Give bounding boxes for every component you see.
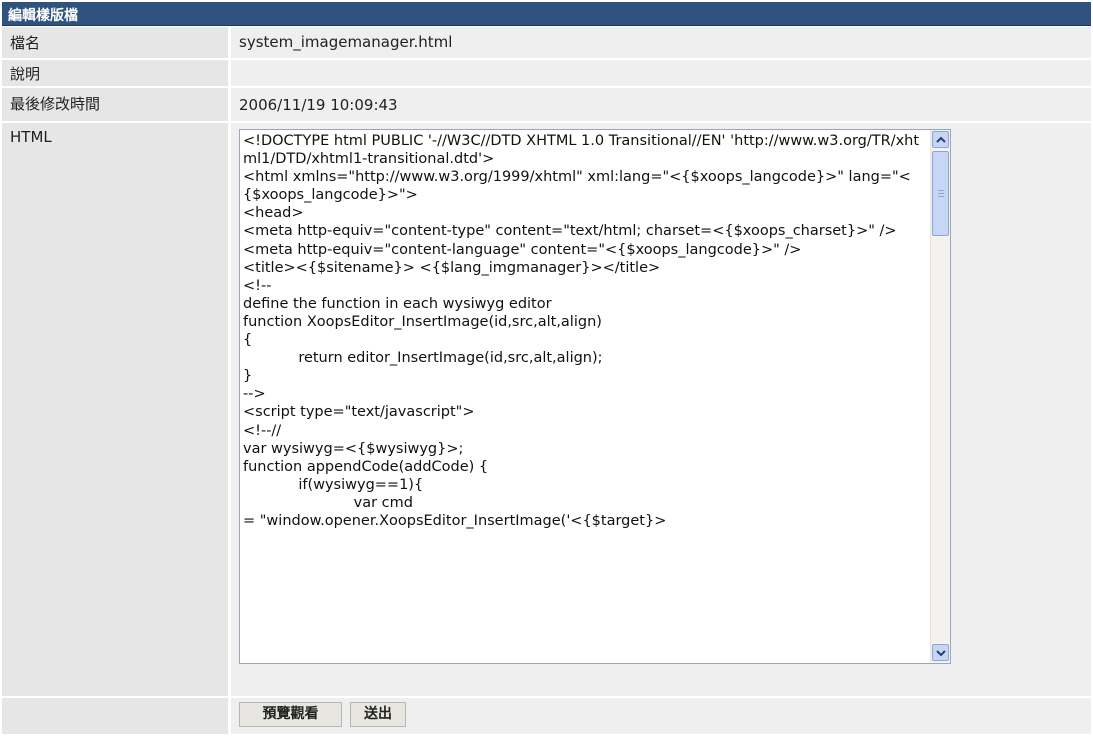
html-value-cell: <!DOCTYPE html PUBLIC '-//W3C//DTD XHTML…	[231, 123, 1091, 696]
scroll-down-button[interactable]	[932, 644, 949, 661]
html-label-cell: HTML	[2, 123, 228, 696]
preview-button[interactable]: 預覽觀看	[239, 702, 342, 727]
filename-value-cell: system_imagemanager.html	[231, 27, 1091, 58]
description-label: 說明	[10, 65, 41, 83]
description-label-cell: 說明	[2, 60, 228, 86]
submit-button[interactable]: 送出	[350, 702, 406, 727]
description-value-cell	[231, 60, 1091, 86]
chevron-up-icon	[936, 136, 946, 143]
buttons-value-cell: 預覽觀看 送出	[231, 698, 1091, 734]
html-textarea[interactable]: <!DOCTYPE html PUBLIC '-//W3C//DTD XHTML…	[239, 129, 951, 664]
modified-label-cell: 最後修改時間	[2, 88, 228, 121]
filename-row: 檔名 system_imagemanager.html	[2, 27, 1091, 58]
modified-value: 2006/11/19 10:09:43	[239, 96, 398, 114]
vertical-scrollbar[interactable]	[930, 130, 950, 663]
scroll-thumb[interactable]	[932, 151, 949, 236]
buttons-row: 預覽觀看 送出	[2, 698, 1091, 734]
chevron-down-icon	[936, 650, 946, 657]
form-title: 編輯樣版檔	[8, 8, 78, 24]
scroll-up-button[interactable]	[932, 131, 949, 148]
modified-value-cell: 2006/11/19 10:09:43	[231, 88, 1091, 121]
form-header: 編輯樣版檔	[2, 2, 1091, 26]
filename-label-cell: 檔名	[2, 27, 228, 58]
html-label: HTML	[10, 128, 52, 146]
filename-label: 檔名	[10, 34, 41, 52]
buttons-label-cell	[2, 698, 228, 734]
modified-label: 最後修改時間	[10, 95, 101, 113]
modified-row: 最後修改時間 2006/11/19 10:09:43	[2, 88, 1091, 121]
html-row: HTML <!DOCTYPE html PUBLIC '-//W3C//DTD …	[2, 123, 1091, 696]
description-row: 說明	[2, 60, 1091, 86]
html-code-content[interactable]: <!DOCTYPE html PUBLIC '-//W3C//DTD XHTML…	[243, 132, 928, 530]
filename-value: system_imagemanager.html	[239, 33, 453, 51]
